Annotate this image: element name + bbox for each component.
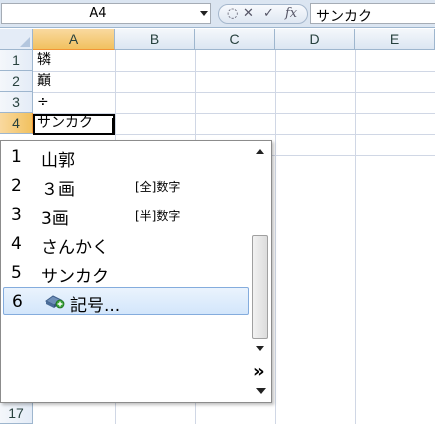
column-gridline	[355, 50, 356, 424]
candidate-number: 6	[12, 292, 23, 312]
select-all-corner[interactable]	[0, 29, 33, 50]
candidate-item[interactable]: 1 山郭	[3, 143, 249, 171]
column-header-d[interactable]: D	[275, 29, 355, 50]
row-header-2[interactable]: 2	[0, 71, 33, 92]
column-header-b[interactable]: B	[115, 29, 195, 50]
column-header-e[interactable]: E	[355, 29, 435, 50]
candidate-item[interactable]: 4 さんかく	[3, 230, 249, 258]
circle-icon: ◌	[227, 6, 239, 21]
candidate-text: サンカク	[41, 267, 109, 287]
row-gridline	[33, 71, 435, 72]
name-box-value: A4	[89, 6, 107, 21]
candidate-note: [全]数字	[135, 180, 181, 194]
column-header-c[interactable]: C	[195, 29, 275, 50]
candidate-scrollbar[interactable]	[251, 143, 269, 359]
row-gridline	[33, 92, 435, 93]
row-header-1[interactable]: 1	[0, 50, 33, 71]
scroll-down-icon[interactable]	[256, 346, 264, 351]
formula-input[interactable]: サンカク	[310, 3, 435, 25]
candidate-number: 3	[11, 205, 22, 225]
candidate-note: [半]数字	[135, 209, 181, 223]
ime-candidate-window: 1 山郭 2 ３画 [全]数字 3 3画 [半]数字 4 さんかく 5 サンカク…	[0, 140, 272, 403]
name-box-dropdown-icon[interactable]	[200, 11, 208, 16]
cell-a3[interactable]: ÷	[37, 92, 49, 113]
formula-tools: ◌ ✕ ✓ fx	[218, 4, 308, 24]
expand-candidates-icon[interactable]: »	[253, 361, 265, 382]
ime-composition-underline	[37, 133, 109, 134]
symbol-icon	[45, 295, 65, 309]
enter-icon[interactable]: ✓	[263, 6, 274, 21]
candidate-text: ３画	[41, 180, 75, 200]
candidate-item[interactable]: 2 ３画 [全]数字	[3, 172, 249, 200]
candidate-item[interactable]: 3 3画 [半]数字	[3, 201, 249, 229]
cell-a2[interactable]: 巔	[37, 71, 51, 92]
text-caret	[112, 118, 114, 133]
next-page-icon[interactable]	[256, 388, 266, 394]
candidate-number: 2	[11, 176, 22, 196]
cell-a1[interactable]: 辚	[37, 50, 51, 71]
row-header-3[interactable]: 3	[0, 92, 33, 113]
formula-text: サンカク	[316, 9, 372, 25]
candidate-text: さんかく	[41, 238, 109, 258]
row-header-4[interactable]: 4	[0, 113, 33, 134]
candidate-text: 記号...	[70, 296, 121, 316]
candidate-number: 4	[11, 234, 22, 254]
candidate-text: 3画	[41, 209, 69, 229]
candidate-item[interactable]: 5 サンカク	[3, 259, 249, 287]
candidate-item-selected[interactable]: 6 記号...	[3, 287, 249, 316]
column-header-a[interactable]: A	[33, 29, 115, 50]
cancel-icon[interactable]: ✕	[243, 6, 254, 21]
scrollbar-thumb[interactable]	[252, 235, 268, 339]
column-gridline	[275, 50, 276, 424]
active-cell-border	[33, 114, 115, 135]
row-header-17[interactable]: 17	[0, 403, 33, 424]
scroll-up-icon[interactable]	[256, 149, 264, 154]
formula-bar: A4 ◌ ✕ ✓ fx サンカク	[0, 0, 435, 28]
insert-function-icon[interactable]: fx	[285, 6, 297, 21]
name-box[interactable]: A4	[1, 3, 211, 24]
candidate-number: 5	[11, 263, 22, 283]
candidate-number: 1	[11, 147, 22, 167]
candidate-text: 山郭	[41, 151, 75, 171]
